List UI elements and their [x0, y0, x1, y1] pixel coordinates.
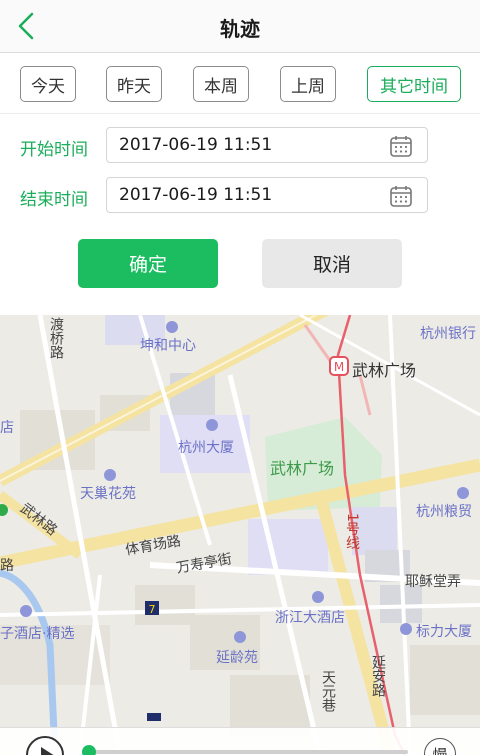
map-label-poi: 店 [0, 420, 14, 436]
map-label-metro-line: 1号线 [344, 513, 360, 550]
map-label-poi: 标力大厦 [416, 624, 472, 640]
confirm-button[interactable]: 确定 [78, 239, 218, 288]
map-label-road: 天元巷 [320, 670, 336, 712]
track-playback-bar: 慢 [0, 727, 480, 755]
start-time-label: 开始时间 [20, 140, 88, 160]
tab-last-week[interactable]: 上周 [280, 66, 336, 102]
end-time-label: 结束时间 [20, 190, 88, 210]
map-label-road: 路 [0, 558, 14, 574]
time-range-tabs: 今天 昨天 本周 上周 其它时间 [0, 54, 480, 114]
map-label-poi: 杭州粮贸 [416, 504, 472, 520]
page-title: 轨迹 [220, 17, 260, 41]
date-range-form: 开始时间 2017-06-19 11:51 结束时间 2017-06-19 11… [0, 115, 480, 315]
end-time-field[interactable]: 2017-06-19 11:51 [106, 177, 428, 213]
map-label-poi: 天巢花苑 [80, 486, 136, 502]
map-view[interactable]: M 7 渡桥路 坤和中心 杭州银行 武林广场 店 杭州大厦 武林广场 天巢花苑 … [0, 315, 480, 755]
svg-text:7: 7 [149, 603, 156, 616]
tab-yesterday[interactable]: 昨天 [106, 66, 162, 102]
start-time-field[interactable]: 2017-06-19 11:51 [106, 127, 428, 163]
map-label-road: 耶稣堂弄 [405, 574, 461, 590]
cancel-button[interactable]: 取消 [262, 239, 402, 288]
map-label-poi: 杭州银行 [420, 326, 476, 342]
speed-button[interactable]: 慢 [424, 738, 456, 755]
map-label-poi: 延龄苑 [216, 650, 258, 666]
tab-other-time[interactable]: 其它时间 [367, 66, 461, 102]
play-button[interactable] [26, 736, 64, 755]
map-label-road: 延安路 [370, 655, 386, 697]
map-label-poi: 浙江大酒店 [275, 610, 345, 626]
tab-this-week[interactable]: 本周 [193, 66, 249, 102]
map-label-poi: 子酒店·精选 [0, 626, 75, 642]
end-time-value: 2017-06-19 11:51 [119, 185, 273, 205]
navigation-bar: 轨迹 [0, 0, 480, 53]
calendar-icon[interactable] [389, 184, 413, 208]
map-label-road: 渡桥路 [48, 317, 64, 359]
map-label-metro-station: 武林广场 [352, 361, 417, 380]
playback-progress[interactable] [82, 745, 408, 755]
progress-handle[interactable] [82, 745, 96, 755]
map-label-poi: 坤和中心 [140, 338, 196, 354]
calendar-icon[interactable] [389, 134, 413, 158]
svg-text:M: M [334, 360, 344, 374]
map-canvas: M 7 [0, 315, 480, 755]
map-label-park: 武林广场 [270, 459, 335, 478]
start-time-value: 2017-06-19 11:51 [119, 135, 273, 155]
tab-today[interactable]: 今天 [20, 66, 76, 102]
map-label-poi: 杭州大厦 [178, 440, 234, 456]
